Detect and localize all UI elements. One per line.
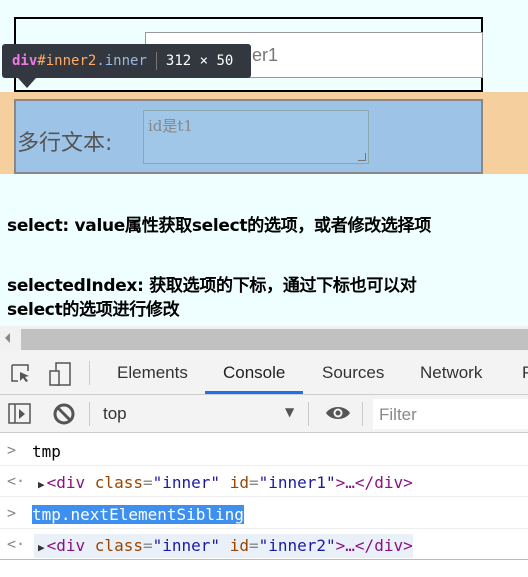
active-tab-indicator [205, 391, 303, 394]
tooltip-id: #inner2 [37, 53, 97, 69]
context-select[interactable]: top [103, 404, 127, 424]
prompt-icon: > [7, 441, 17, 459]
web-page: inner1 多行文本: id是t1 div#inner2.inner 312 ×… [0, 0, 528, 326]
eye-icon[interactable] [325, 404, 351, 422]
resize-grip-icon[interactable] [358, 153, 366, 161]
device-toolbar-icon[interactable] [48, 361, 72, 387]
console-input-row: > tmp [0, 435, 528, 466]
tooltip-class: .inner [96, 53, 147, 69]
expand-triangle-icon[interactable]: ▶ [38, 478, 45, 491]
tab-network[interactable]: Network [420, 363, 482, 383]
tab-sources[interactable]: Sources [322, 363, 384, 383]
inspect-element-icon[interactable] [10, 363, 32, 385]
inner2-div: 多行文本: id是t1 [14, 99, 483, 174]
tooltip-tag: div [12, 53, 38, 69]
devtools-tabbar: Elements Console Sources Network P [0, 351, 528, 395]
expand-triangle-icon[interactable]: ▶ [38, 541, 45, 554]
text-line: select: value属性获取select的选项，或者修改选择项 [7, 216, 431, 236]
textarea-placeholder: id是t1 [148, 117, 193, 135]
tab-console[interactable]: Console [223, 363, 285, 383]
clear-console-icon[interactable] [52, 402, 76, 426]
filter-input[interactable]: Filter [373, 399, 528, 429]
console-output-row[interactable]: <· ▶ <div class="inner" id="inner1">…</div… [0, 466, 528, 497]
scroll-left-icon[interactable] [5, 333, 10, 343]
text-line: select的选项进行修改 [7, 300, 180, 320]
show-sidebar-icon[interactable] [8, 403, 32, 425]
prompt-icon: > [7, 504, 17, 522]
textarea-t1[interactable]: id是t1 [143, 110, 369, 164]
tab-elements[interactable]: Elements [117, 363, 188, 383]
tooltip-size: 312 × 50 [165, 53, 234, 69]
console-toolbar: top ▼ Filter [0, 395, 528, 433]
console-command: tmp [32, 442, 61, 461]
scrollbar-thumb[interactable] [21, 329, 528, 350]
console-command: tmp.nextElementSibling [32, 505, 244, 524]
console-output-row[interactable]: <· ▶ <div class="inner" id="inner2">…</div… [0, 529, 528, 560]
element-tooltip: div#inner2.inner 312 × 50 [2, 44, 251, 88]
result-arrow-icon: <· [7, 535, 26, 553]
result-arrow-icon: <· [7, 472, 26, 490]
text-line: selectedIndex: 获取选项的下标，通过下标也可以对 [7, 276, 417, 296]
horizontal-scrollbar[interactable] [0, 326, 528, 351]
tab-more[interactable]: P [522, 363, 528, 383]
dropdown-arrow-icon[interactable]: ▼ [285, 405, 294, 419]
console-input-row: > tmp.nextElementSibling [0, 498, 528, 529]
textarea-label: 多行文本: [17, 131, 113, 156]
